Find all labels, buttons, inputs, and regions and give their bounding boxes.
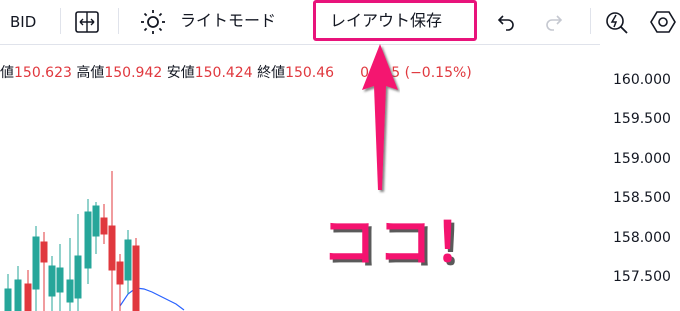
candle — [124, 230, 132, 294]
theme-toggle-button[interactable]: ライトモード — [180, 11, 276, 31]
price-tick: 158.500 — [613, 190, 671, 206]
candle — [32, 226, 40, 311]
price-tick: 158.000 — [613, 230, 671, 246]
sun-icon[interactable] — [140, 9, 166, 35]
candle — [66, 238, 74, 311]
candle — [40, 232, 48, 311]
quick-search-icon[interactable] — [604, 8, 630, 36]
candle — [84, 199, 92, 284]
toolbar-divider — [60, 8, 61, 34]
chart-toolbar: BID ライトモード レイアウト保存 — [0, 0, 680, 45]
moving-average-line — [119, 287, 185, 311]
candle — [14, 266, 22, 311]
fit-width-icon[interactable] — [74, 10, 100, 34]
candle — [74, 214, 82, 311]
candles — [4, 171, 140, 311]
callout-text: ココ！ — [322, 211, 490, 274]
candle — [24, 270, 32, 311]
redo-icon[interactable] — [544, 12, 564, 32]
candle — [92, 202, 100, 254]
bid-selector[interactable]: BID — [10, 12, 36, 32]
price-tick: 157.500 — [613, 269, 671, 285]
candle — [132, 238, 140, 311]
toolbar-divider — [590, 8, 591, 34]
candle — [4, 274, 12, 311]
save-layout-highlight — [313, 0, 477, 41]
candle — [48, 256, 56, 311]
settings-icon[interactable] — [650, 9, 676, 35]
arrow-up-icon — [362, 44, 398, 190]
price-tick: 159.500 — [613, 111, 671, 127]
toolbar-divider — [118, 8, 119, 34]
candlestick-chart[interactable] — [0, 44, 600, 311]
price-tick: 159.000 — [613, 151, 671, 167]
price-tick: 160.000 — [613, 72, 671, 88]
candle — [100, 204, 108, 244]
undo-icon[interactable] — [496, 12, 516, 32]
candle — [108, 171, 116, 311]
candle — [56, 244, 64, 311]
